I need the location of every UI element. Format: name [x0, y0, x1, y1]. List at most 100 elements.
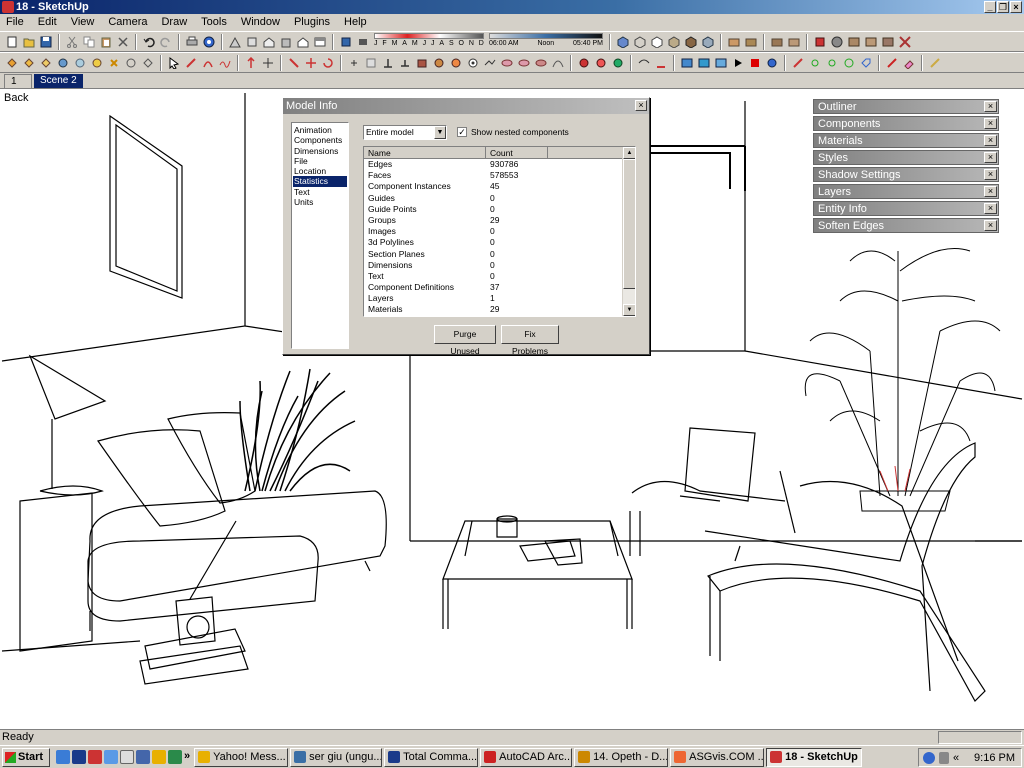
- desktop-icon[interactable]: [120, 750, 134, 764]
- group-icon[interactable]: [743, 34, 759, 50]
- skin-plugin-icon[interactable]: [679, 55, 695, 71]
- position-camera-icon[interactable]: [482, 55, 498, 71]
- network-icon[interactable]: [939, 751, 949, 764]
- paste-icon[interactable]: [98, 34, 114, 50]
- save-icon[interactable]: [38, 34, 54, 50]
- table-row[interactable]: Text 0: [364, 271, 635, 282]
- scroll-thumb[interactable]: [623, 159, 635, 289]
- fx-plugin-icon[interactable]: [713, 55, 729, 71]
- menu-plugins[interactable]: Plugins: [287, 14, 337, 31]
- render-light-icon[interactable]: [610, 55, 626, 71]
- quick-launch-more[interactable]: »: [184, 750, 190, 764]
- shaded-textures-icon[interactable]: [683, 34, 699, 50]
- freehand-icon[interactable]: [217, 55, 233, 71]
- dialog-close-button[interactable]: ×: [635, 100, 647, 111]
- category-location[interactable]: Location: [293, 166, 347, 176]
- axes-icon[interactable]: [72, 55, 88, 71]
- close-icon[interactable]: ×: [984, 186, 997, 197]
- preview-icon[interactable]: [653, 55, 669, 71]
- table-row[interactable]: Component Instances 45: [364, 181, 635, 192]
- help-icon[interactable]: [923, 751, 935, 764]
- app-icon[interactable]: [168, 750, 182, 764]
- close-icon[interactable]: ×: [984, 135, 997, 146]
- xyz-plugin-icon[interactable]: [696, 55, 712, 71]
- select-tool-icon[interactable]: [166, 55, 182, 71]
- browser-icon[interactable]: [56, 750, 70, 764]
- right-view-icon[interactable]: [278, 34, 294, 50]
- back-view-icon[interactable]: [295, 34, 311, 50]
- drape-tool-icon[interactable]: [397, 55, 413, 71]
- text-tool-icon[interactable]: [55, 55, 71, 71]
- left-view-icon[interactable]: [312, 34, 328, 50]
- save-disk-icon[interactable]: [72, 750, 86, 764]
- table-row[interactable]: Faces 578553: [364, 170, 635, 181]
- plugin-tool-icon[interactable]: [897, 34, 913, 50]
- menu-camera[interactable]: Camera: [101, 14, 154, 31]
- category-file[interactable]: File: [293, 156, 347, 166]
- zoom-icon[interactable]: [533, 55, 549, 71]
- play-icon[interactable]: [730, 55, 746, 71]
- tag-plugin-icon[interactable]: [858, 55, 874, 71]
- add-point-icon[interactable]: [346, 55, 362, 71]
- push-pull-icon[interactable]: [243, 55, 259, 71]
- menu-edit[interactable]: Edit: [31, 14, 64, 31]
- menu-window[interactable]: Window: [234, 14, 287, 31]
- top-view-icon[interactable]: [244, 34, 260, 50]
- stop-icon[interactable]: [747, 55, 763, 71]
- close-icon[interactable]: ×: [984, 169, 997, 180]
- show-nested-checkbox[interactable]: ✓: [457, 127, 467, 137]
- polygon-tool-icon[interactable]: [140, 55, 156, 71]
- redo-icon[interactable]: [158, 34, 174, 50]
- copy-icon[interactable]: [81, 34, 97, 50]
- menu-help[interactable]: Help: [337, 14, 374, 31]
- restore-button[interactable]: ❐: [997, 1, 1009, 13]
- scene-tab-2[interactable]: Scene 2: [34, 74, 83, 88]
- tray-outliner[interactable]: Outliner ×: [813, 99, 999, 114]
- component-icon[interactable]: [726, 34, 742, 50]
- orbit-view-icon[interactable]: [227, 34, 243, 50]
- close-icon[interactable]: ×: [984, 118, 997, 129]
- layer-icon[interactable]: [769, 34, 785, 50]
- measurements-box[interactable]: [938, 731, 1022, 744]
- follow-me-icon[interactable]: [260, 55, 276, 71]
- tray-expand-chevron[interactable]: «: [953, 752, 959, 764]
- table-row[interactable]: Dimensions 0: [364, 260, 635, 271]
- cut-icon[interactable]: [64, 34, 80, 50]
- table-row[interactable]: Component Definitions 37: [364, 282, 635, 293]
- undo-icon[interactable]: [141, 34, 157, 50]
- layer-manager-icon[interactable]: [786, 34, 802, 50]
- plugin-tool-icon[interactable]: [863, 34, 879, 50]
- erase-icon[interactable]: [115, 34, 131, 50]
- category-statistics[interactable]: Statistics: [293, 176, 347, 187]
- monochrome-icon[interactable]: [700, 34, 716, 50]
- export-icon[interactable]: [764, 55, 780, 71]
- task-button-media-player[interactable]: 14. Opeth - D...: [574, 747, 669, 767]
- shaded-icon[interactable]: [666, 34, 682, 50]
- shadow-time-slider[interactable]: 06:00 AM Noon 05:40 PM: [489, 33, 603, 50]
- render-material-icon[interactable]: [593, 55, 609, 71]
- menu-tools[interactable]: Tools: [194, 14, 234, 31]
- menu-draw[interactable]: Draw: [154, 14, 194, 31]
- scene-tab-1[interactable]: 1: [4, 74, 32, 88]
- front-view-icon[interactable]: [261, 34, 277, 50]
- tray-entity-info[interactable]: Entity Info ×: [813, 201, 999, 216]
- category-components[interactable]: Components: [293, 135, 347, 145]
- protractor-icon[interactable]: [38, 55, 54, 71]
- chevron-down-icon[interactable]: ▼: [434, 126, 446, 139]
- arc-tool-icon[interactable]: [200, 55, 216, 71]
- rotate-tool-icon[interactable]: [320, 55, 336, 71]
- task-button-sketchup[interactable]: 18 - SketchUp: [766, 747, 863, 767]
- category-dimensions[interactable]: Dimensions: [293, 146, 347, 156]
- category-text[interactable]: Text: [293, 187, 347, 197]
- xray-icon[interactable]: [615, 34, 631, 50]
- media-icon[interactable]: [88, 750, 102, 764]
- close-icon[interactable]: ×: [984, 220, 997, 231]
- category-animation[interactable]: Animation: [293, 125, 347, 135]
- table-scrollbar[interactable]: ▲ ▼: [622, 147, 635, 316]
- table-row[interactable]: Edges 930786: [364, 159, 635, 170]
- tape-measure-icon[interactable]: [4, 55, 20, 71]
- table-row[interactable]: Guides 0: [364, 193, 635, 204]
- plugin-tool-icon[interactable]: [829, 34, 845, 50]
- zoom-window-icon[interactable]: [550, 55, 566, 71]
- dimension-icon[interactable]: [21, 55, 37, 71]
